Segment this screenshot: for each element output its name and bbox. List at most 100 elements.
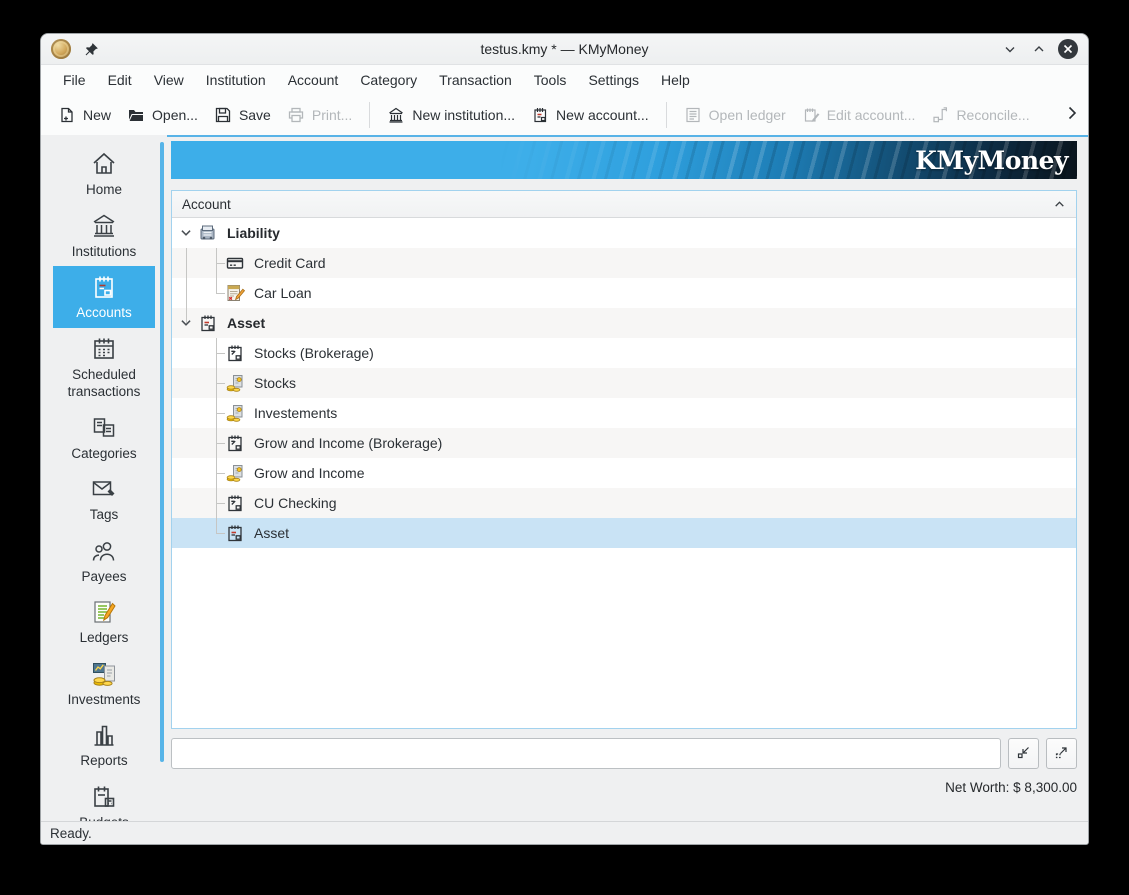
investment-account-icon [225, 403, 245, 423]
menu-account[interactable]: Account [277, 65, 350, 95]
toolbar-separator [666, 102, 667, 128]
accounts-tree: Liability Credit Card Car Loan [172, 218, 1076, 728]
menu-view[interactable]: View [143, 65, 195, 95]
investment-account-icon [225, 463, 245, 483]
payees-icon [90, 537, 118, 565]
ledgers-icon [90, 598, 118, 626]
tree-row-grow-and-income[interactable]: Grow and Income [172, 458, 1076, 488]
sidebar-item-reports[interactable]: Reports [53, 714, 155, 776]
kmymoney-banner: KMyMoney [171, 141, 1077, 179]
expander-icon[interactable] [179, 226, 193, 240]
new-account-button[interactable]: New account... [523, 100, 657, 130]
tree-row-liability[interactable]: Liability [172, 218, 1076, 248]
categories-icon [90, 414, 118, 442]
titlebar[interactable]: testus.kmy * — KMyMoney [41, 34, 1088, 65]
print-icon [287, 106, 305, 124]
expand-all-icon [1053, 743, 1071, 764]
save-icon [214, 106, 232, 124]
accounts-view: KMyMoney Account Liability [167, 135, 1088, 821]
checking-account-icon [225, 493, 245, 513]
edit-account-button[interactable]: Edit account... [794, 100, 924, 130]
tree-row-cu-checking[interactable]: CU Checking [172, 488, 1076, 518]
tags-icon [90, 475, 118, 503]
sidebar-item-tags[interactable]: Tags [53, 468, 155, 530]
edit-account-icon [802, 106, 820, 124]
minimize-button[interactable] [999, 38, 1021, 60]
tree-row-stocks[interactable]: Stocks [172, 368, 1076, 398]
toolbar-overflow-button[interactable] [1064, 105, 1080, 126]
menu-tools[interactable]: Tools [523, 65, 578, 95]
expand-all-button[interactable] [1046, 738, 1077, 769]
sidebar-item-ledgers[interactable]: Ledgers [53, 591, 155, 653]
new-document-icon [58, 106, 76, 124]
maximize-button[interactable] [1028, 38, 1050, 60]
print-button[interactable]: Print... [279, 100, 360, 130]
sidebar-item-budgets[interactable]: Budgets [53, 776, 155, 821]
accounts-icon [90, 273, 118, 301]
tree-guide-line [186, 308, 187, 323]
asset-group-icon [198, 313, 218, 333]
net-worth-value: Net Worth: $ 8,300.00 [945, 780, 1077, 795]
calendar-icon [90, 335, 118, 363]
sidebar-item-payees[interactable]: Payees [53, 530, 155, 592]
kmymoney-window: testus.kmy * — KMyMoney File Edit View I… [40, 33, 1089, 845]
menu-edit[interactable]: Edit [97, 65, 143, 95]
close-button[interactable] [1057, 38, 1079, 60]
tree-row-asset-group[interactable]: Asset [172, 308, 1076, 338]
home-icon [90, 150, 118, 178]
tree-row-grow-and-income-brokerage[interactable]: Grow and Income (Brokerage) [172, 428, 1076, 458]
account-column-header[interactable]: Account [172, 191, 1076, 218]
reports-icon [90, 721, 118, 749]
status-text: Ready. [50, 826, 92, 841]
menu-file[interactable]: File [52, 65, 97, 95]
new-institution-button[interactable]: New institution... [379, 100, 523, 130]
menu-help[interactable]: Help [650, 65, 701, 95]
investment-account-icon [225, 373, 245, 393]
sidebar-item-accounts[interactable]: Accounts [53, 266, 155, 328]
tree-row-car-loan[interactable]: Car Loan [172, 278, 1076, 308]
open-ledger-button[interactable]: Open ledger [676, 100, 794, 130]
view-sidebar: Home Institutions Accounts Scheduled tra… [41, 135, 167, 821]
sidebar-item-home[interactable]: Home [53, 143, 155, 205]
sidebar-item-categories[interactable]: Categories [53, 407, 155, 469]
sidebar-item-institutions[interactable]: Institutions [53, 205, 155, 267]
menu-category[interactable]: Category [349, 65, 428, 95]
networth-footer: Net Worth: $ 8,300.00 [171, 769, 1077, 821]
institutions-icon [90, 212, 118, 240]
sidebar-scrollbar[interactable] [160, 142, 164, 762]
accounts-panel: Account Liability Credit Card [171, 190, 1077, 729]
sort-ascending-icon[interactable] [1053, 198, 1066, 211]
checking-account-icon [225, 343, 245, 363]
reconcile-icon [931, 106, 949, 124]
filter-row [171, 738, 1077, 769]
sidebar-item-investments[interactable]: Investments [53, 653, 155, 715]
investments-icon [90, 660, 118, 688]
credit-card-icon [225, 253, 245, 273]
tree-row-credit-card[interactable]: Credit Card [172, 248, 1076, 278]
reconcile-button[interactable]: Reconcile... [923, 100, 1037, 130]
ledger-icon [684, 106, 702, 124]
menu-transaction[interactable]: Transaction [428, 65, 523, 95]
collapse-all-button[interactable] [1008, 738, 1039, 769]
toolbar: New Open... Save Print... New institutio… [41, 95, 1088, 135]
open-folder-icon [127, 106, 145, 124]
statusbar: Ready. [41, 821, 1088, 844]
menu-settings[interactable]: Settings [577, 65, 650, 95]
bank-icon [387, 106, 405, 124]
toolbar-separator [369, 102, 370, 128]
tree-guide-line [186, 248, 187, 278]
liability-icon [198, 223, 218, 243]
asset-account-icon [225, 523, 245, 543]
sidebar-item-scheduled-transactions[interactable]: Scheduled transactions [53, 328, 155, 407]
new-file-button[interactable]: New [50, 100, 119, 130]
save-button[interactable]: Save [206, 100, 279, 130]
menu-institution[interactable]: Institution [195, 65, 277, 95]
tree-row-asset[interactable]: Asset [172, 518, 1076, 548]
tree-guide-line [186, 278, 187, 308]
menubar: File Edit View Institution Account Categ… [41, 65, 1088, 95]
tree-row-investements[interactable]: Investements [172, 398, 1076, 428]
account-filter-input[interactable] [171, 738, 1001, 769]
open-file-button[interactable]: Open... [119, 100, 206, 130]
tree-row-stocks-brokerage[interactable]: Stocks (Brokerage) [172, 338, 1076, 368]
new-account-icon [531, 106, 549, 124]
